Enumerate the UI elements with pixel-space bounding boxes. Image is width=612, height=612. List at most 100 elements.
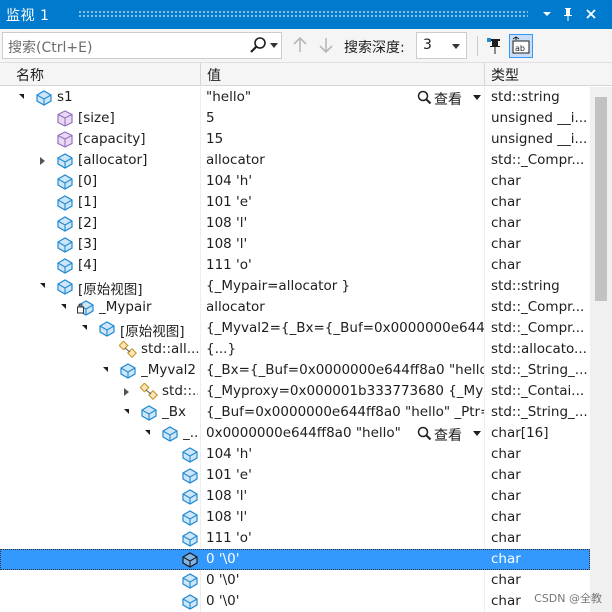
search-previous-icon[interactable] — [291, 35, 309, 55]
grid-column-separator — [484, 507, 485, 528]
row-value[interactable]: {_Buf=0x0000000e644ff8a0 "hello" _Ptr=..… — [206, 404, 484, 420]
row-value[interactable]: 15 — [206, 131, 484, 147]
watch-row[interactable]: [2] 108 'l' char — [0, 213, 590, 234]
vertical-scrollbar[interactable] — [590, 87, 612, 612]
grid-column-separator — [200, 276, 201, 297]
chevron-down-icon[interactable] — [473, 95, 481, 100]
collapse-toggle-icon[interactable] — [124, 409, 129, 414]
watch-row[interactable]: 104 'h' char — [0, 444, 590, 465]
titlebar-grip[interactable] — [78, 10, 528, 19]
field-icon — [35, 89, 53, 106]
column-header-value[interactable]: 值 — [207, 65, 221, 85]
watch-row[interactable]: 101 'e' char — [0, 465, 590, 486]
grid-column-separator — [200, 360, 201, 381]
watch-row[interactable]: [原始视图] {_Myval2={_Bx={_Buf=0x0000000e644f… — [0, 318, 590, 340]
search-next-icon[interactable] — [317, 35, 335, 55]
view-button-label: 查看 — [434, 92, 462, 108]
row-value[interactable]: 111 'o' — [206, 530, 484, 546]
row-value[interactable]: {_Myval2={_Bx={_Buf=0x0000000e644ff8... — [206, 320, 484, 336]
row-value[interactable]: allocator — [206, 152, 484, 168]
field-icon — [56, 173, 74, 190]
watch-row[interactable]: 111 'o' char — [0, 528, 590, 549]
search-options-dropdown-icon[interactable] — [270, 43, 278, 48]
watch-row-selected[interactable]: 0 '\0' char — [0, 549, 590, 570]
collapse-toggle-icon[interactable] — [61, 304, 66, 309]
row-value[interactable]: 0x0000000e644ff8a0 "hello" — [206, 425, 411, 441]
row-type: std::allocato... — [491, 341, 587, 357]
grid-column-separator — [484, 570, 485, 591]
watch-row[interactable]: _Mypair allocator std::_Compr... — [0, 297, 590, 318]
close-icon[interactable] — [582, 5, 600, 23]
scrollbar-thumb[interactable] — [595, 97, 607, 301]
row-value[interactable]: {...} — [206, 341, 484, 357]
row-value[interactable]: 108 'l' — [206, 509, 484, 525]
row-value[interactable]: {_Myproxy=0x000001b333773680 {_Myc... — [206, 383, 484, 399]
row-value[interactable]: 0 '\0' — [206, 572, 484, 588]
row-value[interactable]: 101 'e' — [206, 194, 484, 210]
row-type: char — [491, 215, 521, 231]
watch-row[interactable]: 108 'l' char — [0, 507, 590, 528]
row-value[interactable]: 101 'e' — [206, 467, 484, 483]
column-header-name[interactable]: 名称 — [16, 65, 44, 85]
search-icon[interactable] — [248, 36, 268, 56]
watch-row[interactable]: 0 '\0' char — [0, 570, 590, 591]
row-value[interactable]: 0 '\0' — [206, 551, 484, 567]
grid-column-separator — [200, 234, 201, 255]
row-value[interactable]: {_Mypair=allocator } — [206, 278, 484, 294]
grid-column-separator — [484, 297, 485, 318]
column-header-type[interactable]: 类型 — [491, 65, 519, 85]
watch-row[interactable]: [capacity] 15 unsigned __i... — [0, 129, 590, 150]
chevron-down-icon — [452, 44, 460, 49]
watch-row[interactable]: [size] 5 unsigned __i... — [0, 108, 590, 129]
expand-toggle-icon[interactable] — [124, 388, 129, 396]
search-depth-select[interactable]: 3 — [416, 32, 467, 59]
watch-row[interactable]: _Bx {_Buf=0x0000000e644ff8a0 "hello" _Ptr… — [0, 402, 590, 423]
collapse-toggle-icon[interactable] — [103, 367, 108, 372]
tool-window-titlebar: 监视 1 — [0, 0, 612, 29]
watch-row[interactable]: _... 0x0000000e644ff8a0 "hello" 查看 char[16] — [0, 423, 590, 444]
row-name: [size] — [78, 110, 115, 126]
chevron-down-icon[interactable] — [473, 431, 481, 436]
row-value[interactable]: "hello" — [206, 89, 411, 105]
column-resize-handle[interactable] — [484, 63, 485, 86]
row-type: char — [491, 551, 521, 567]
watch-row[interactable]: 0 '\0' char — [0, 591, 590, 612]
pin-icon[interactable] — [559, 5, 577, 23]
watch-row[interactable]: [allocator] allocator std::_Compr... — [0, 150, 590, 171]
expand-toggle-icon[interactable] — [40, 157, 45, 165]
grid-column-separator — [200, 87, 201, 108]
watch-row[interactable]: [4] 111 'o' char — [0, 255, 590, 276]
watch-row[interactable]: std::all... {...} std::allocato... — [0, 339, 590, 360]
chevron-down-icon[interactable] — [538, 5, 556, 23]
visualizer-view-button[interactable]: 查看 — [416, 88, 484, 108]
hex-display-toggle[interactable]: ab — [509, 34, 533, 58]
collapse-toggle-icon[interactable] — [19, 94, 24, 99]
column-resize-handle[interactable] — [200, 63, 201, 86]
collapse-toggle-icon[interactable] — [82, 325, 87, 330]
search-input[interactable]: 搜索(Ctrl+E) — [2, 32, 282, 59]
watch-row[interactable]: [原始视图] {_Mypair=allocator } std::string — [0, 276, 590, 298]
row-value[interactable]: 108 'l' — [206, 215, 484, 231]
row-value[interactable]: allocator — [206, 299, 484, 315]
row-value[interactable]: {_Bx={_Buf=0x0000000e644ff8a0 "hello" ..… — [206, 362, 484, 378]
row-value[interactable]: 0 '\0' — [206, 593, 484, 609]
watch-row[interactable]: 108 'l' char — [0, 486, 590, 507]
row-value[interactable]: 111 'o' — [206, 257, 484, 273]
pin-to-source-icon[interactable] — [483, 34, 507, 58]
watch-row[interactable]: [3] 108 'l' char — [0, 234, 590, 255]
collapse-toggle-icon[interactable] — [145, 430, 150, 435]
watch-row[interactable]: [0] 104 'h' char — [0, 171, 590, 192]
row-value[interactable]: 108 'l' — [206, 488, 484, 504]
row-type: std::_String_... — [491, 362, 587, 378]
watch-row[interactable]: [1] 101 'e' char — [0, 192, 590, 213]
watch-row[interactable]: std::... {_Myproxy=0x000001b333773680 {_M… — [0, 381, 590, 402]
visualizer-view-button[interactable]: 查看 — [416, 424, 484, 444]
base-class-icon — [139, 382, 159, 401]
row-value[interactable]: 108 'l' — [206, 236, 484, 252]
watch-row[interactable]: s1 "hello" 查看 std::string — [0, 87, 590, 108]
row-value[interactable]: 104 'h' — [206, 446, 484, 462]
collapse-toggle-icon[interactable] — [40, 283, 45, 288]
watch-row[interactable]: _Myval2 {_Bx={_Buf=0x0000000e644ff8a0 "he… — [0, 360, 590, 381]
row-value[interactable]: 104 'h' — [206, 173, 484, 189]
row-value[interactable]: 5 — [206, 110, 484, 126]
